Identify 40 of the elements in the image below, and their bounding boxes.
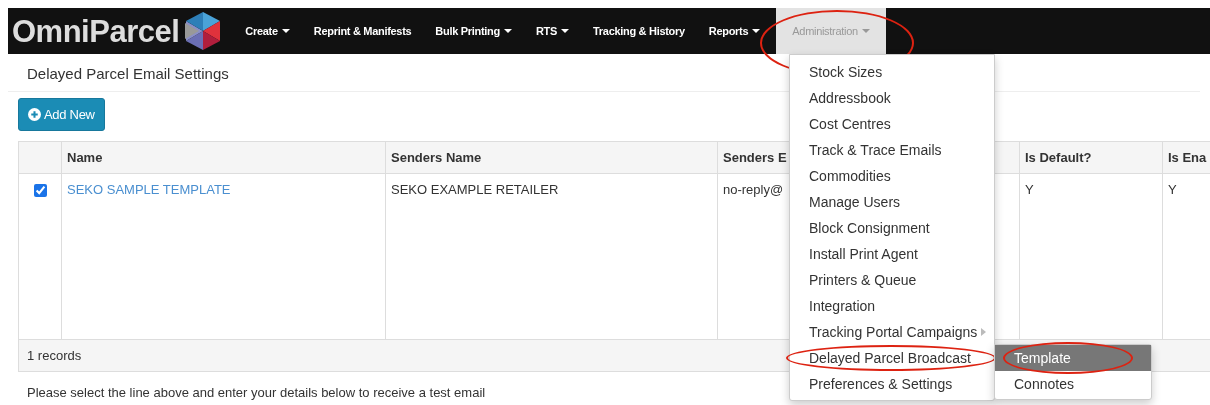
plus-circle-icon [28, 108, 41, 121]
dropdown-menu-item[interactable]: Cost Centres [790, 111, 994, 137]
submenu-item[interactable]: Connotes [995, 371, 1151, 397]
table-cell: Y [1168, 182, 1177, 197]
dropdown-menu-item[interactable]: Integration [790, 293, 994, 319]
caret-icon [561, 29, 569, 33]
submenu-item[interactable]: Template [995, 345, 1151, 371]
column-header: Senders E [723, 150, 787, 165]
dropdown-menu-item[interactable]: Manage Users [790, 189, 994, 215]
caret-icon [752, 29, 761, 33]
brand-name: OmniParcel [12, 15, 180, 47]
template-link[interactable]: SEKO SAMPLE TEMPLATE [67, 182, 231, 197]
nav-menu-item[interactable]: Reprint & Manifests [301, 8, 424, 54]
add-new-button[interactable]: Add New [18, 98, 105, 131]
table-cell: no-reply@ [723, 182, 784, 197]
nav-menu-item[interactable]: RTS [523, 8, 581, 54]
column-header: Senders Name [391, 150, 482, 165]
dropdown-menu-item[interactable]: Commodities [790, 163, 994, 189]
submenu-arrow-icon [981, 328, 987, 336]
caret-icon [281, 29, 290, 33]
column-header: Is Default? [1025, 150, 1092, 165]
row-checkbox[interactable] [33, 184, 47, 197]
column-header: Is Ena [1168, 150, 1207, 165]
dropdown-menu-item[interactable]: Preferences & Settings [790, 371, 994, 397]
dropdown-menu-item[interactable]: Install Print Agent [790, 241, 994, 267]
record-count: 1 records [27, 348, 82, 363]
nav-menu-item[interactable]: Create [233, 8, 302, 54]
nav-menu-item[interactable]: Reports [696, 8, 773, 54]
column-header: Name [67, 150, 103, 165]
dropdown-menu-item[interactable]: Track & Trace Emails [790, 137, 994, 163]
dropdown-menu-item[interactable]: Stock Sizes [790, 59, 994, 85]
table-cell: Y [1025, 182, 1034, 197]
caret-icon [861, 29, 870, 33]
nav-menu-item[interactable]: Tracking & History [581, 8, 697, 54]
table-cell: SEKO EXAMPLE RETAILER [391, 182, 559, 197]
nav-menu-item[interactable]: Bulk Printing [423, 8, 524, 54]
dropdown-menu-item[interactable]: Block Consignment [790, 215, 994, 241]
dropdown-menu-item[interactable]: Printers & Queue [790, 267, 994, 293]
dropdown-menu-item[interactable]: Tracking Portal Campaigns [790, 319, 994, 345]
caret-icon [503, 29, 512, 33]
